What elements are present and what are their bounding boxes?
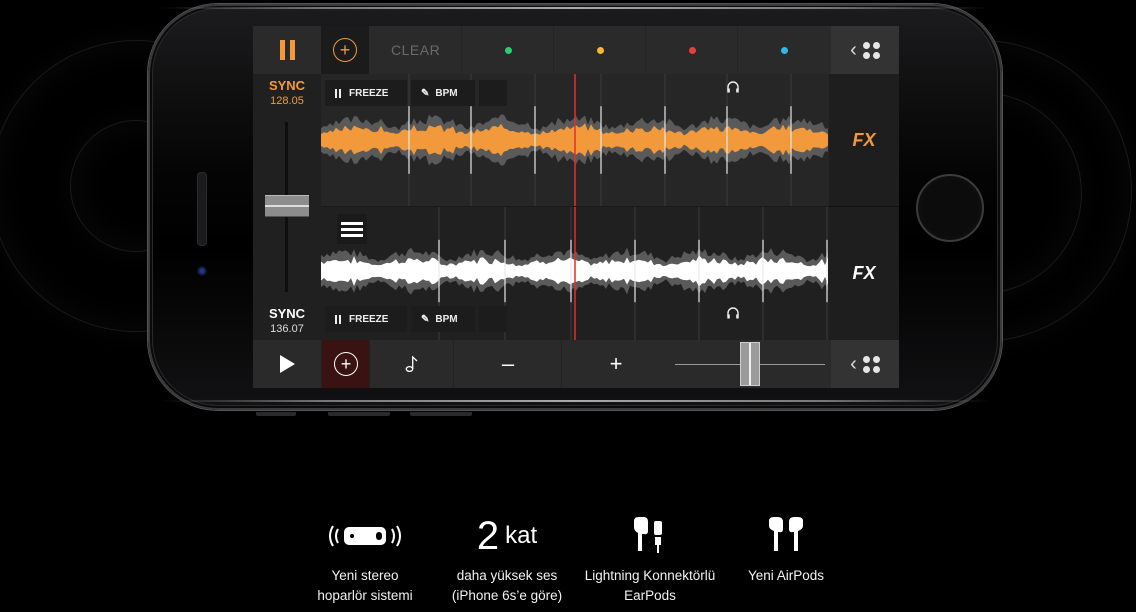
pause-small-icon [335, 314, 341, 324]
hamburger-menu-icon[interactable] [337, 214, 367, 244]
side-button [328, 412, 390, 416]
side-button [256, 412, 296, 416]
play-icon [279, 355, 295, 373]
cue-point-1[interactable] [461, 26, 554, 74]
play-button[interactable] [253, 340, 321, 388]
speaker-phone-icon [290, 516, 440, 556]
cue-point-4[interactable] [737, 26, 830, 74]
add-cue-button[interactable]: + [321, 26, 369, 74]
bpm-value: 136.07 [270, 323, 304, 335]
earpiece-speaker [197, 172, 207, 246]
cue-dot-icon [596, 46, 604, 54]
cue-point-3[interactable] [645, 26, 738, 74]
plus-icon: + [609, 351, 623, 376]
big-number-value: 2 [476, 514, 500, 558]
bpm-value: 128.05 [270, 95, 304, 107]
chevron-left-icon: ‹ [850, 39, 857, 61]
freeze-label: FREEZE [349, 313, 389, 325]
feature-line1: Yeni stereo [331, 568, 399, 583]
headphones-button[interactable] [479, 306, 739, 332]
sync-label: SYNC [268, 306, 306, 321]
music-note-button[interactable] [369, 340, 454, 388]
bpm-edit-button[interactable]: ✎ BPM [411, 306, 475, 332]
minus-icon: – [501, 351, 515, 376]
front-camera [197, 266, 207, 276]
fx-button-deck-a[interactable]: FX [829, 74, 899, 207]
pause-icon [279, 40, 295, 60]
pause-button[interactable] [253, 26, 321, 74]
crossfader-handle[interactable] [265, 195, 309, 217]
sync-label: SYNC [268, 78, 306, 93]
headphones-icon [727, 307, 739, 319]
deck-a-waveform[interactable]: FREEZE ✎ BPM [321, 74, 829, 206]
product-stage: + CLEAR ‹ SYNC 128.05 SYNC 136.07 FREEZE… [0, 0, 1136, 612]
headphones-icon [727, 81, 739, 93]
pitch-minus-button[interactable]: – [453, 340, 562, 388]
feature-airpods: Yeni AirPods [711, 516, 861, 586]
cue-dot-icon [688, 46, 696, 54]
add-cue-button-deck-b[interactable]: + [321, 340, 370, 388]
panel-menu-button-bottom[interactable]: ‹ [831, 340, 899, 388]
edit-icon: ✎ [421, 313, 430, 325]
panel-menu-button[interactable]: ‹ [831, 26, 899, 74]
bpm-label: BPM [435, 87, 458, 99]
home-button[interactable] [916, 174, 984, 242]
big-number-unit: kat [505, 522, 538, 549]
edit-icon: ✎ [421, 87, 430, 99]
cue-point-2[interactable] [553, 26, 646, 74]
cue-dot-icon [504, 46, 512, 54]
feature-line1: Yeni AirPods [747, 568, 825, 583]
freeze-label: FREEZE [349, 87, 389, 99]
bottom-bar: + – + ‹ [253, 340, 899, 388]
feature-line2: EarPods [624, 588, 676, 603]
pause-small-icon [335, 88, 341, 98]
feature-line1: daha yüksek ses [456, 568, 558, 583]
airpods-icon [711, 516, 861, 556]
phone-edge-highlight-top [160, 7, 990, 9]
feature-lightning-earpods: Lightning Konnektörlü EarPods [575, 516, 725, 606]
grid-dots-icon [862, 41, 880, 59]
headphones-button[interactable] [479, 80, 739, 106]
lightning-earpods-icon [575, 516, 725, 556]
pitch-slider-handle[interactable] [740, 342, 760, 386]
circle-plus-icon: + [334, 352, 358, 376]
freeze-button[interactable]: FREEZE [325, 306, 407, 332]
deck-a-sync[interactable]: SYNC 128.05 [253, 78, 321, 107]
phone-edge-highlight-bottom [160, 400, 990, 402]
feature-stereo-speakers: Yeni stereo hoparlör sistemi [290, 516, 440, 606]
bpm-label: BPM [435, 313, 458, 325]
big-number: 2 kat [432, 516, 582, 556]
music-note-icon [405, 355, 418, 373]
deck-b-waveform[interactable]: FREEZE ✎ BPM [321, 207, 829, 340]
crossfader-column: SYNC 128.05 SYNC 136.07 [253, 74, 321, 340]
deck-b-sync[interactable]: SYNC 136.07 [253, 306, 321, 335]
feature-line2: hoparlör sistemi [317, 588, 413, 603]
clear-button[interactable]: CLEAR [391, 42, 440, 58]
dj-app-screen: + CLEAR ‹ SYNC 128.05 SYNC 136.07 FREEZE… [253, 26, 899, 388]
bpm-edit-button[interactable]: ✎ BPM [411, 80, 475, 106]
cue-dot-icon [780, 46, 788, 54]
circle-plus-icon: + [333, 38, 357, 62]
pitch-plus-button[interactable]: + [561, 340, 670, 388]
side-button [410, 412, 472, 416]
chevron-left-icon: ‹ [850, 353, 857, 375]
feature-louder: 2 kat daha yüksek ses (iPhone 6s’e göre) [432, 516, 582, 606]
feature-line2: (iPhone 6s’e göre) [451, 588, 563, 603]
grid-dots-icon [862, 355, 880, 373]
top-bar: + CLEAR ‹ [253, 26, 899, 74]
freeze-button[interactable]: FREEZE [325, 80, 407, 106]
fx-button-deck-b[interactable]: FX [829, 207, 899, 340]
feature-line1: Lightning Konnektörlü [584, 568, 716, 583]
